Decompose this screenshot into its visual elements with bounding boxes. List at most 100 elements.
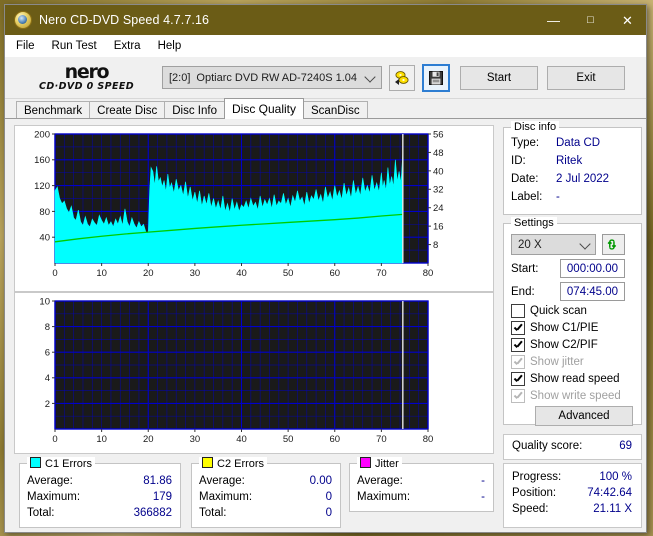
nero-disc-icon bbox=[14, 11, 32, 29]
end-time-input[interactable]: 074:45.00 bbox=[560, 282, 625, 301]
position-label: Position: bbox=[512, 487, 557, 499]
check-icon bbox=[514, 358, 523, 367]
speed-select-value: 20 X bbox=[518, 238, 542, 251]
svg-text:200: 200 bbox=[34, 129, 50, 140]
c1-chart-panel: 0 10 20 30 40 50 60 70 80 40 80 120 160 200 8 16 24 32 40 4… bbox=[14, 125, 494, 292]
tab-create-disc[interactable]: Create Disc bbox=[89, 101, 166, 119]
nero-logo: nero CD·DVD ⁠0 SPEED bbox=[19, 62, 154, 92]
checkbox-label: Show C2/PIF bbox=[530, 339, 598, 351]
save-button[interactable] bbox=[422, 63, 450, 92]
menu-help[interactable]: Help bbox=[158, 40, 182, 52]
title-bar: Nero CD-DVD Speed 4.7.7.16 — □ ✕ bbox=[5, 5, 646, 35]
svg-text:40: 40 bbox=[236, 268, 247, 279]
checkbox-show-jitter: Show jitter bbox=[511, 355, 584, 369]
svg-text:50: 50 bbox=[283, 434, 294, 445]
disc-info-group: Disc info Type: ID: Date: Label: Data CD… bbox=[503, 121, 642, 215]
checkbox-box bbox=[511, 321, 525, 335]
jitter-maximum-value: - bbox=[481, 491, 485, 503]
end-time-label: End: bbox=[511, 286, 535, 298]
disc-date-value: 2 Jul 2022 bbox=[556, 173, 610, 185]
quality-score-panel: Quality score: 69 bbox=[503, 434, 642, 460]
c1-maximum-label: Maximum: bbox=[27, 491, 81, 503]
disc-info-title: Disc info bbox=[511, 121, 560, 133]
svg-text:80: 80 bbox=[423, 268, 434, 279]
disc-date-label: Date: bbox=[511, 173, 539, 185]
tab-scandisc[interactable]: ScanDisc bbox=[303, 101, 368, 119]
svg-text:0: 0 bbox=[52, 268, 57, 279]
menu-bar: File Run Test Extra Help bbox=[5, 35, 646, 57]
check-icon bbox=[514, 375, 523, 384]
menu-extra[interactable]: Extra bbox=[114, 40, 141, 52]
c2-color-swatch bbox=[202, 457, 213, 468]
maximize-button[interactable]: □ bbox=[572, 5, 609, 35]
jitter-average-label: Average: bbox=[357, 475, 403, 487]
toolbar: nero CD·DVD ⁠0 SPEED [2:0] Optiarc DVD R… bbox=[5, 57, 646, 99]
speed-select[interactable]: 20 X bbox=[511, 234, 596, 255]
disc-speed-button[interactable] bbox=[389, 64, 415, 91]
svg-text:24: 24 bbox=[433, 203, 444, 214]
svg-text:0: 0 bbox=[52, 434, 57, 445]
c1-errors-stats: C1 Errors Average: Maximum: Total: 81.86… bbox=[19, 457, 181, 528]
svg-text:16: 16 bbox=[433, 222, 444, 233]
jitter-title: Jitter bbox=[357, 457, 402, 470]
svg-text:8: 8 bbox=[45, 322, 50, 333]
tab-benchmark[interactable]: Benchmark bbox=[16, 101, 91, 119]
checkbox-show-c2-pif[interactable]: Show C2/PIF bbox=[511, 338, 598, 352]
window-title: Nero CD-DVD Speed 4.7.7.16 bbox=[39, 13, 210, 27]
checkbox-label: Quick scan bbox=[530, 305, 587, 317]
drive-selector[interactable]: [2:0] Optiarc DVD RW AD-7240S 1.04 bbox=[162, 66, 382, 89]
c2-chart-panel: 0 10 20 30 40 50 60 70 80 2 4 6 8 10 bbox=[14, 292, 494, 454]
chevron-down-icon bbox=[364, 71, 376, 83]
app-window: Nero CD-DVD Speed 4.7.7.16 — □ ✕ File Ru… bbox=[4, 4, 647, 533]
tab-disc-quality[interactable]: Disc Quality bbox=[224, 98, 305, 119]
disc-label-label: Label: bbox=[511, 191, 543, 203]
start-button[interactable]: Start bbox=[460, 65, 538, 90]
c2-average-value: 0.00 bbox=[309, 475, 332, 487]
disc-label-value: - bbox=[556, 191, 560, 203]
minimize-button[interactable]: — bbox=[535, 5, 572, 35]
exit-button[interactable]: Exit bbox=[547, 65, 625, 90]
svg-text:40: 40 bbox=[39, 233, 50, 244]
checkbox-show-c1-pie[interactable]: Show C1/PIE bbox=[511, 321, 598, 335]
jitter-color-swatch bbox=[360, 457, 371, 468]
start-time-label: Start: bbox=[511, 263, 539, 275]
checkbox-show-read-speed[interactable]: Show read speed bbox=[511, 372, 620, 386]
advanced-button[interactable]: Advanced bbox=[535, 406, 633, 426]
svg-text:40: 40 bbox=[433, 166, 444, 177]
drive-name: Optiarc DVD RW AD-7240S 1.04 bbox=[196, 71, 357, 84]
tab-disc-info[interactable]: Disc Info bbox=[164, 101, 225, 119]
c1-average-value: 81.86 bbox=[143, 475, 172, 487]
svg-text:70: 70 bbox=[376, 434, 387, 445]
close-button[interactable]: ✕ bbox=[609, 5, 646, 35]
check-icon bbox=[514, 324, 523, 333]
svg-text:56: 56 bbox=[433, 129, 444, 140]
menu-run-test[interactable]: Run Test bbox=[52, 40, 97, 52]
settings-title: Settings bbox=[511, 217, 557, 229]
refresh-button[interactable] bbox=[602, 234, 625, 255]
save-floppy-icon bbox=[429, 70, 443, 85]
checkbox-quick-scan[interactable]: Quick scan bbox=[511, 304, 587, 318]
checkbox-label: Show jitter bbox=[530, 356, 584, 368]
svg-text:6: 6 bbox=[45, 348, 50, 359]
position-value: 74:42.64 bbox=[587, 487, 632, 499]
svg-text:10: 10 bbox=[96, 268, 107, 279]
c2-maximum-label: Maximum: bbox=[199, 491, 253, 503]
start-time-input[interactable]: 000:00.00 bbox=[560, 259, 625, 278]
disc-type-label: Type: bbox=[511, 137, 540, 149]
svg-text:70: 70 bbox=[376, 268, 387, 279]
c2-maximum-value: 0 bbox=[325, 491, 332, 503]
menu-file[interactable]: File bbox=[16, 40, 35, 52]
c1-total-value: 366882 bbox=[133, 507, 172, 519]
svg-text:60: 60 bbox=[329, 268, 340, 279]
c1-errors-chart: 0 10 20 30 40 50 60 70 80 40 80 120 160 200 8 16 24 32 40 4… bbox=[34, 129, 444, 279]
logo-line-2: CD·DVD ⁠0 SPEED bbox=[38, 80, 135, 92]
chevron-down-icon bbox=[579, 238, 591, 250]
progress-value: 100 % bbox=[599, 471, 632, 483]
tab-strip: Benchmark Create Disc Disc Info Disc Qua… bbox=[5, 98, 646, 119]
svg-text:20: 20 bbox=[143, 434, 154, 445]
c2-average-label: Average: bbox=[199, 475, 245, 487]
checkbox-box bbox=[511, 355, 525, 369]
svg-text:80: 80 bbox=[39, 207, 50, 218]
speed-value: 21.11 X bbox=[593, 503, 632, 515]
jitter-stats: Jitter Average: Maximum: - - bbox=[349, 457, 494, 512]
